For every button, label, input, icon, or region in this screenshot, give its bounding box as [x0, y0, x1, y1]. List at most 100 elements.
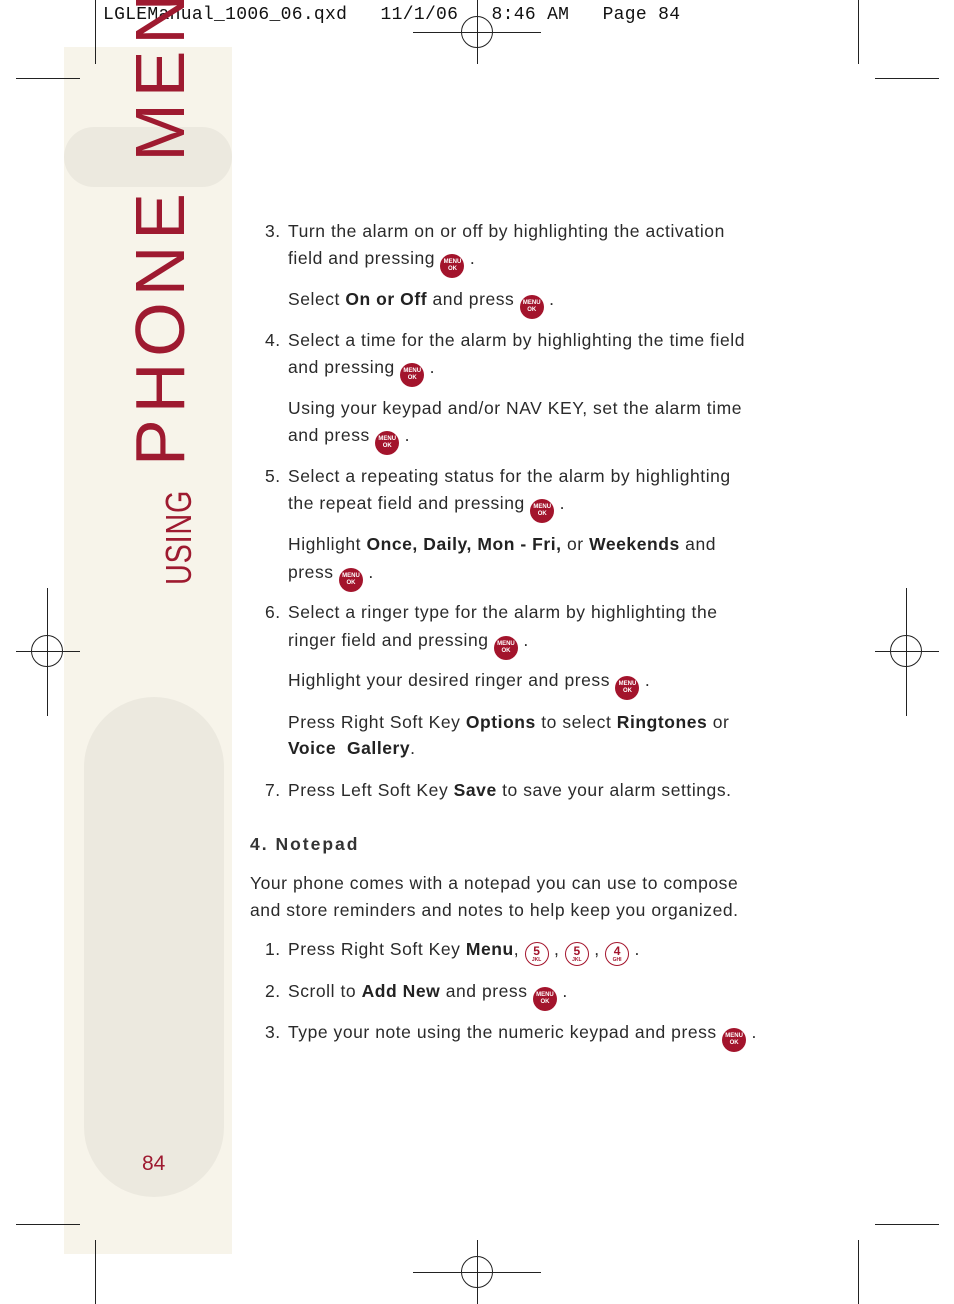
bold-text: Voice Gallery	[288, 738, 411, 758]
text: Using your keypad and/or NAV KEY, set th…	[288, 398, 742, 418]
section-title-using: USING	[158, 489, 199, 585]
bold-text: On or Off	[345, 289, 428, 309]
text: to save your alarm settings.	[496, 780, 732, 800]
text: .	[410, 738, 416, 758]
text-line: and store reminders and notes to help ke…	[250, 900, 739, 921]
icon-label: OK	[537, 511, 547, 517]
menu-ok-key-icon: MENU OK	[400, 363, 425, 387]
text: Type your note using the numeric keypad …	[288, 1022, 723, 1042]
text: and press	[440, 981, 533, 1001]
text-line: Select a ringer type for the alarm by hi…	[288, 602, 718, 623]
menu-ok-key-icon: MENU OK	[532, 987, 557, 1011]
icon-label: MENU	[725, 1033, 743, 1039]
bold-text: Weekends	[589, 534, 680, 554]
text: ,	[548, 939, 565, 959]
section-heading: 4. Notepad	[250, 834, 360, 854]
text-line: Highlight your desired ringer and press …	[288, 670, 650, 700]
text: .	[746, 1022, 757, 1042]
text: .	[629, 939, 640, 959]
keypad-key-4-icon: 4 GHI	[605, 942, 630, 966]
key-letters: JKL	[531, 957, 542, 963]
text: Select a time for the alarm by highlight…	[288, 330, 745, 350]
text-line: and pressing MENU OK .	[288, 357, 435, 387]
key-letters: JKL	[572, 957, 582, 963]
text-line: Select a time for the alarm by highlight…	[288, 330, 745, 351]
text: .	[517, 630, 529, 650]
text-line: Using your keypad and/or NAV KEY, set th…	[288, 398, 742, 419]
bold-text: Options	[465, 712, 536, 732]
text: .	[639, 670, 651, 690]
menu-ok-key-icon: MENU OK	[440, 254, 465, 278]
bold-text: Menu	[465, 939, 514, 959]
text: and pressing	[288, 357, 401, 377]
text: and store reminders and notes to help ke…	[250, 900, 739, 920]
menu-ok-key-icon: MENU OK	[519, 295, 544, 319]
text-line: and press MENU OK .	[288, 425, 410, 455]
text-line: Highlight Once, Daily, Mon - Fri, or Wee…	[288, 534, 716, 555]
key-digit: 4	[613, 944, 621, 958]
text: .	[554, 493, 566, 513]
text-line: Voice Gallery.	[288, 738, 416, 759]
text: Scroll to	[288, 981, 362, 1001]
text: Select a ringer type for the alarm by hi…	[288, 602, 718, 622]
step-number: 5.	[265, 466, 281, 486]
text: .	[543, 289, 555, 309]
text: ringer field and pressing	[288, 630, 494, 650]
page-number: 84	[142, 1152, 166, 1175]
menu-ok-key-icon: MENU OK	[375, 431, 400, 455]
key-digit: 5	[573, 944, 581, 958]
icon-label: MENU	[443, 259, 462, 265]
text-line: field and pressing MENU OK .	[288, 248, 475, 278]
icon-label: OK	[382, 443, 392, 449]
step-number: 6.	[265, 602, 281, 622]
text: or	[561, 534, 590, 554]
keypad-key-5-icon: 5 JKL	[524, 942, 549, 966]
text: .	[464, 248, 476, 268]
text: Your phone comes with a notepad you can …	[250, 873, 739, 893]
icon-label: MENU	[403, 368, 422, 374]
text: .	[399, 425, 411, 445]
icon-label: MENU	[378, 436, 397, 442]
icon-label: OK	[346, 580, 356, 586]
text-line: Press Right Soft Key Menu, 5 JKL , 5 JKL ,…	[288, 939, 640, 966]
text: Press Right Soft Key	[288, 939, 466, 959]
icon-label: MENU	[522, 300, 541, 306]
bold-text: Add New	[361, 981, 441, 1001]
bold-text: Once, Daily, Mon - Fri,	[366, 534, 562, 554]
text: ,	[588, 939, 606, 959]
icon-label: OK	[407, 375, 417, 381]
step-number: 3.	[265, 221, 281, 241]
icon-label: MENU	[536, 992, 554, 998]
icon-label: MENU	[618, 681, 637, 687]
text: Press Left Soft Key	[288, 780, 454, 800]
step-number: 3.	[265, 1022, 281, 1042]
text: ,	[513, 939, 525, 959]
text: and press	[288, 425, 376, 445]
section-title-main: PHONE MENUS	[121, 0, 199, 466]
text: Turn the alarm on or off by highlighting…	[288, 221, 725, 241]
text: press	[288, 562, 339, 582]
text: Press Right Soft Key	[288, 712, 466, 732]
menu-ok-key-icon: MENU OK	[530, 499, 555, 523]
text: Select	[288, 289, 346, 309]
text-line: Type your note using the numeric keypad …	[288, 1022, 757, 1052]
bold-text: Save	[453, 780, 497, 800]
menu-ok-key-icon: MENU OK	[722, 1028, 747, 1052]
bold-text: Ringtones	[616, 712, 708, 732]
keypad-key-5-icon: 5 JKL	[564, 942, 589, 966]
text: field and pressing	[288, 248, 441, 268]
text-line: press MENU OK .	[288, 562, 374, 592]
key-digit: 5	[533, 944, 540, 958]
key-letters: GHI	[612, 957, 622, 963]
text-line: Your phone comes with a notepad you can …	[250, 873, 738, 894]
section-title: USING PHONE MENUS	[120, 0, 200, 585]
text: to select	[535, 712, 617, 732]
text: or	[707, 712, 730, 732]
text: Select a repeating status for the alarm …	[288, 466, 731, 486]
text-line: Press Right Soft Key Options to select R…	[288, 712, 729, 733]
step-number: 4.	[265, 330, 281, 350]
icon-label: MENU	[342, 573, 360, 579]
text: Highlight	[288, 534, 367, 554]
step-number: 7.	[265, 780, 281, 800]
text: and press	[427, 289, 520, 309]
